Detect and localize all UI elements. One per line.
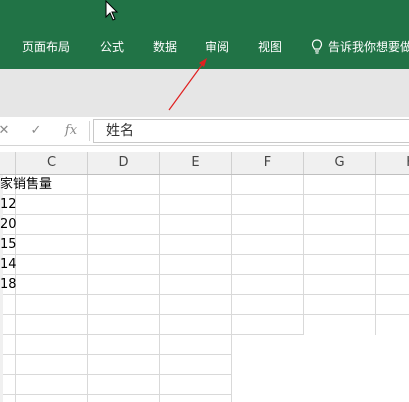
tab-view[interactable]: 视图 <box>258 38 282 56</box>
cell-b5[interactable]: 14 <box>0 255 17 274</box>
column-header-f[interactable]: F <box>232 152 304 174</box>
column-header-g[interactable]: G <box>304 152 376 174</box>
ribbon-collapsed-area <box>0 69 409 117</box>
column-header-c[interactable]: C <box>16 152 88 174</box>
column-header-b[interactable] <box>0 152 16 174</box>
formula-bar: ✕ ✓ fx 姓名 <box>0 117 409 146</box>
tab-review[interactable]: 审阅 <box>205 38 229 56</box>
cancel-icon[interactable]: ✕ <box>0 122 10 140</box>
column-header-h[interactable]: H <box>376 152 409 174</box>
tell-me-search[interactable]: 告诉我你想要做 <box>328 38 409 56</box>
worksheet-grid: C D E F G H 家销售量 12 20 15 14 18 <box>0 152 409 402</box>
cell-b3[interactable]: 20 <box>0 215 17 234</box>
enter-icon[interactable]: ✓ <box>28 122 44 140</box>
tab-data[interactable]: 数据 <box>153 38 177 56</box>
tab-formulas[interactable]: 公式 <box>100 38 124 56</box>
cell-area[interactable]: 家销售量 12 20 15 14 18 <box>0 175 409 402</box>
formula-bar-separator <box>89 121 90 141</box>
cell-b1-header[interactable]: 家销售量 <box>0 175 52 194</box>
column-header-row: C D E F G H <box>0 152 409 175</box>
formula-input[interactable]: 姓名 <box>93 119 409 143</box>
cell-b2[interactable]: 12 <box>0 195 17 214</box>
lightbulb-icon <box>311 39 323 54</box>
column-header-e[interactable]: E <box>160 152 232 174</box>
tab-page-layout[interactable]: 页面布局 <box>22 38 70 56</box>
ribbon-tab-bar: 页面布局 公式 数据 审阅 视图 告诉我你想要做 <box>0 0 409 69</box>
cell-b6[interactable]: 18 <box>0 275 17 294</box>
mouse-pointer-icon <box>105 0 119 21</box>
column-header-d[interactable]: D <box>88 152 160 174</box>
insert-function-icon[interactable]: fx <box>62 122 80 140</box>
cell-b4[interactable]: 15 <box>0 235 17 254</box>
